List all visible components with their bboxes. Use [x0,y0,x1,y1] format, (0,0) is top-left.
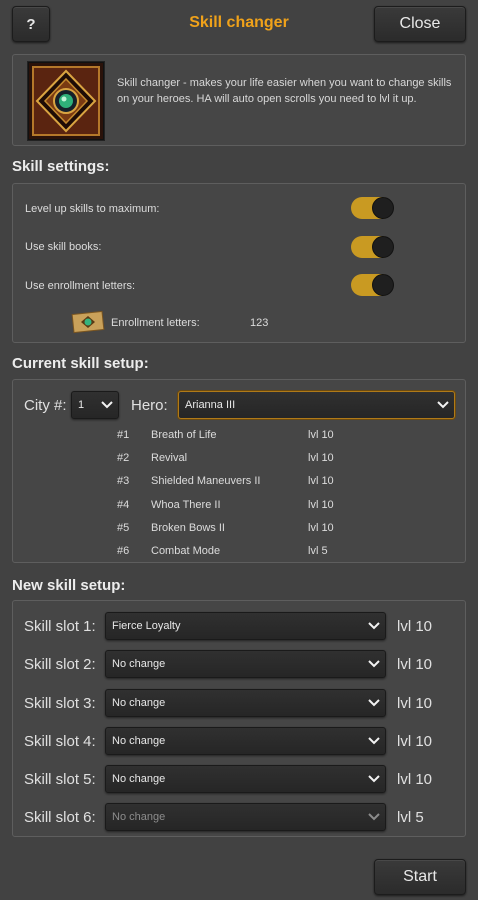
skill-settings-panel: Level up skills to maximum: Use skill bo… [12,183,466,343]
chevron-down-icon [363,690,385,716]
skill-slot-6-level: lvl 5 [397,809,424,826]
enrollment-letters-count: 123 [250,317,269,329]
skill-number: #6 [117,545,130,557]
city-select[interactable]: 1 [71,391,119,419]
use-skill-books-label: Use skill books: [25,241,102,253]
city-label: City #: [24,397,67,414]
toggle-knob [372,236,394,258]
skill-name: Shielded Maneuvers II [151,475,261,487]
skill-number: #4 [117,499,130,511]
skill-slot-3-value: No change [112,697,166,709]
skill-level: lvl 10 [308,499,334,511]
skill-level: lvl 10 [308,475,334,487]
skill-level: lvl 10 [308,429,334,441]
new-skill-setup-heading: New skill setup: [12,577,126,594]
start-button[interactable]: Start [374,859,466,895]
skill-number: #3 [117,475,130,487]
skill-name: Breath of Life [151,429,217,441]
skill-slot-5-select[interactable]: No change [105,765,386,793]
skill-slot-1-value: Fierce Loyalty [112,620,181,632]
current-skill-setup-heading: Current skill setup: [12,355,149,372]
chevron-down-icon [96,392,118,418]
skill-slot-6-select[interactable]: No change [105,803,386,831]
skill-slot-5-level: lvl 10 [397,771,433,788]
chevron-down-icon [363,804,385,830]
skill-level: lvl 10 [308,452,334,464]
skill-slot-2-level: lvl 10 [397,656,433,673]
level-up-max-label: Level up skills to maximum: [25,203,160,215]
skill-slot-3-level: lvl 10 [397,695,433,712]
skill-slot-4-select[interactable]: No change [105,727,386,755]
use-skill-books-toggle[interactable] [351,236,394,258]
enrollment-letter-icon [71,310,105,334]
skill-slot-6-value: No change [112,811,166,823]
level-up-max-toggle[interactable] [351,197,394,219]
skill-slot-2-value: No change [112,658,166,670]
toggle-knob [372,274,394,296]
chevron-down-icon [363,613,385,639]
skill-slot-1-level: lvl 10 [397,618,433,635]
intro-panel: Skill changer - makes your life easier w… [12,54,466,146]
skill-number: #2 [117,452,130,464]
current-skill-setup-panel: City #: 1 Hero: Arianna III #1 Breath of… [12,379,466,563]
chevron-down-icon [363,766,385,792]
skill-slot-2-select[interactable]: No change [105,650,386,678]
use-enrollment-letters-toggle[interactable] [351,274,394,296]
skill-level: lvl 5 [308,545,328,557]
top-bar: ? Skill changer Close [0,0,478,48]
hero-select-value: Arianna III [185,399,236,411]
enrollment-letters-label: Enrollment letters: [111,317,200,329]
skill-name: Revival [151,452,188,464]
skill-slot-5-label: Skill slot 5: [24,771,96,788]
toggle-knob [372,197,394,219]
skill-slot-3-label: Skill slot 3: [24,695,96,712]
skill-settings-heading: Skill settings: [12,158,110,175]
skill-name: Broken Bows II [151,522,225,534]
skill-level: lvl 10 [308,522,334,534]
skill-slot-4-label: Skill slot 4: [24,733,96,750]
skill-slot-4-level: lvl 10 [397,733,433,750]
skill-slot-2-label: Skill slot 2: [24,656,96,673]
skill-slot-1-label: Skill slot 1: [24,618,96,635]
close-button[interactable]: Close [374,6,466,42]
skill-slot-6-label: Skill slot 6: [24,809,96,826]
skill-slot-3-select[interactable]: No change [105,689,386,717]
skill-slot-1-select[interactable]: Fierce Loyalty [105,612,386,640]
chevron-down-icon [363,728,385,754]
chevron-down-icon [432,392,454,418]
skill-slot-5-value: No change [112,773,166,785]
use-enrollment-letters-label: Use enrollment letters: [25,280,136,292]
intro-description: Skill changer - makes your life easier w… [117,77,452,105]
city-select-value: 1 [78,399,85,411]
skill-name: Whoa There II [151,499,221,511]
chevron-down-icon [363,651,385,677]
skill-name: Combat Mode [151,545,221,557]
skill-book-icon [27,61,105,141]
new-skill-setup-panel: Skill slot 1: Fierce Loyalty lvl 10 Skil… [12,600,466,837]
hero-label: Hero: [131,397,168,414]
skill-slot-4-value: No change [112,735,166,747]
skill-number: #1 [117,429,130,441]
hero-select[interactable]: Arianna III [178,391,455,419]
skill-number: #5 [117,522,130,534]
